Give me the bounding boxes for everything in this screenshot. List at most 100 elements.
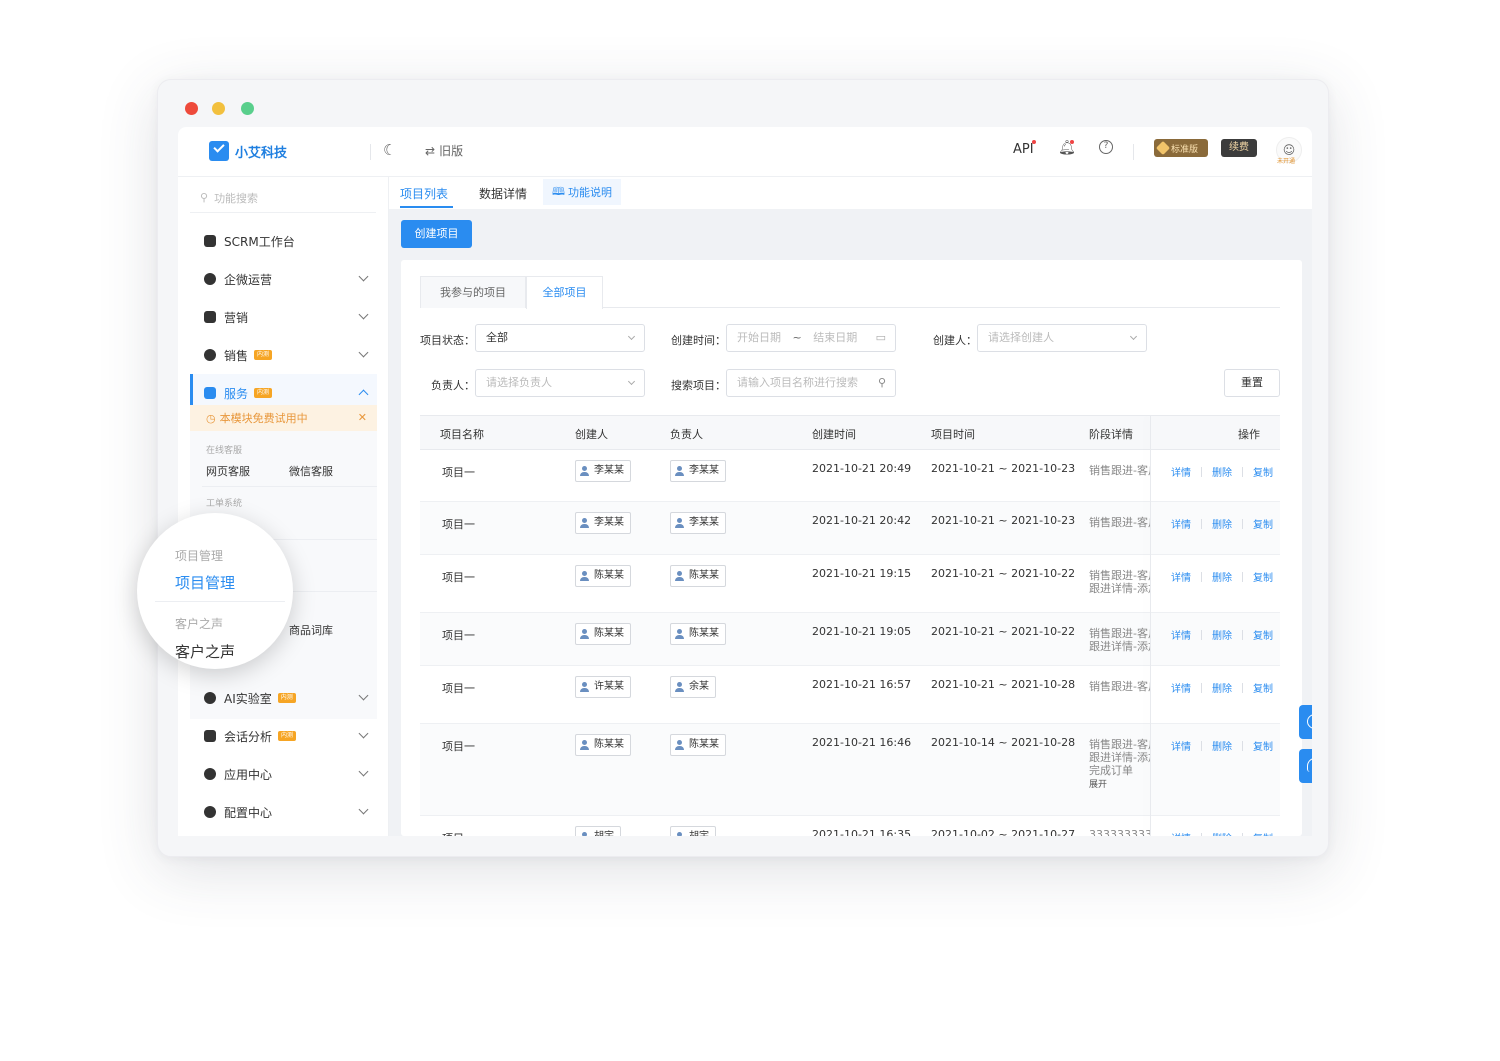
beta-badge: 内测 — [254, 350, 273, 360]
help-icon[interactable]: ? — [1099, 140, 1113, 154]
chevron-up-icon — [358, 389, 369, 400]
copy-button[interactable]: 复制 — [1253, 516, 1273, 531]
minimize-window-button[interactable] — [212, 102, 225, 115]
stage-detail-text: 销售跟进-客户 — [1089, 680, 1151, 693]
copy-button[interactable]: 复制 — [1253, 738, 1273, 753]
sidebar-item-config-center[interactable]: 配置中心 — [190, 793, 377, 831]
support-float-button[interactable] — [1299, 749, 1312, 783]
view-details-button[interactable]: 详情 — [1171, 627, 1191, 642]
magnified-link-customer-voice[interactable]: 客户之声 — [175, 641, 235, 662]
app-window: 小艾科技 ☾ ⇄旧版 API 🔔︎ ? 标准版 续费 ☺ 未开通 ⚲ 功能搜索 — [157, 79, 1329, 857]
creator-tag: 李某某 — [575, 512, 631, 534]
action-separator — [1201, 466, 1202, 477]
created-time-cell: 2021-10-21 16:57 — [812, 678, 912, 691]
view-details-button[interactable]: 详情 — [1171, 569, 1191, 584]
created-time-label: 创建时间： — [671, 334, 726, 347]
project-table: 项目名称 创建人 负责人 创建时间 项目时间 阶段详情 操作 项目一 李某某 李某某… — [420, 415, 1280, 836]
tab-all-projects[interactable]: 全部项目 — [526, 276, 603, 309]
delete-button[interactable]: 删除 — [1212, 738, 1232, 753]
view-details-button[interactable]: 详情 — [1171, 516, 1191, 531]
chat-search-icon — [204, 273, 216, 285]
sidebar-item-scrm-workbench[interactable]: SCRM工作台 — [190, 222, 377, 260]
column-header-created: 创建时间 — [812, 428, 856, 441]
date-range-picker[interactable]: 开始日期 ~ 结束日期 ▭ — [726, 324, 896, 352]
beta-badge: 内测 — [277, 693, 296, 703]
renew-button[interactable]: 续费 — [1221, 139, 1257, 157]
edition-badge[interactable]: 标准版 — [1154, 139, 1208, 157]
delete-button[interactable]: 删除 — [1212, 464, 1232, 479]
copy-button[interactable]: 复制 — [1253, 464, 1273, 479]
creator-select[interactable]: 请选择创建人 — [977, 324, 1147, 352]
delete-button[interactable]: 删除 — [1212, 569, 1232, 584]
chat-float-button[interactable] — [1299, 705, 1312, 739]
sidebar-item-label: 服务 — [224, 386, 249, 401]
owner-select[interactable]: 请选择负责人 — [475, 369, 645, 397]
api-link[interactable]: API — [1013, 142, 1034, 157]
project-search-input[interactable]: 请输入项目名称进行搜索 ⚲ — [726, 369, 896, 397]
action-separator — [1242, 571, 1243, 582]
sidebar-item-session-analysis[interactable]: 会话分析 内测 — [190, 717, 377, 755]
delete-button[interactable]: 删除 — [1212, 680, 1232, 695]
sub-link-wechat-service[interactable]: 微信客服 — [289, 463, 333, 479]
column-header-owner: 负责人 — [670, 428, 703, 441]
sidebar-item-ai-lab[interactable]: AI实验室 内测 — [190, 679, 377, 717]
expand-link[interactable]: 展开 — [1089, 777, 1107, 790]
sidebar-item-sales[interactable]: 销售 内测 — [190, 336, 377, 374]
copy-button[interactable]: 复制 — [1253, 830, 1273, 836]
dark-mode-icon[interactable]: ☾ — [383, 141, 396, 159]
end-date-placeholder: 结束日期 — [813, 331, 858, 344]
create-project-button[interactable]: 创建项目 — [401, 220, 472, 248]
creator-tag: 陈某某 — [575, 734, 631, 756]
headset-icon — [1307, 758, 1312, 772]
sidebar-item-app-center[interactable]: 应用中心 — [190, 755, 377, 793]
project-period-cell: 2021-10-02 ~ 2021-10-27 — [931, 828, 1076, 836]
close-window-button[interactable] — [185, 102, 198, 115]
close-icon[interactable]: ✕ — [358, 411, 367, 424]
view-details-button[interactable]: 详情 — [1171, 680, 1191, 695]
status-select[interactable]: 全部 — [475, 324, 645, 352]
row-actions: 详情 删除 复制 — [1171, 738, 1273, 753]
beta-badge: 内测 — [278, 731, 297, 741]
delete-button[interactable]: 删除 — [1212, 516, 1232, 531]
action-separator — [1201, 571, 1202, 582]
action-separator — [1242, 629, 1243, 640]
chevron-down-icon — [358, 347, 369, 358]
owner-tag: 陈某某 — [670, 734, 726, 756]
delete-button[interactable]: 删除 — [1212, 830, 1232, 836]
sidebar-item-marketing[interactable]: 营销 — [190, 298, 377, 336]
creator-placeholder: 请选择创建人 — [988, 331, 1054, 344]
function-search-input[interactable]: ⚲ 功能搜索 — [190, 183, 376, 213]
column-header-creator: 创建人 — [575, 428, 608, 441]
tab-project-list[interactable]: 项目列表 — [400, 185, 448, 202]
brand-logo[interactable]: 小艾科技 — [209, 141, 287, 161]
view-details-button[interactable]: 详情 — [1171, 738, 1191, 753]
view-details-button[interactable]: 详情 — [1171, 464, 1191, 479]
tab-data-details[interactable]: 数据详情 — [479, 185, 527, 202]
copy-button[interactable]: 复制 — [1253, 627, 1273, 642]
maximize-window-button[interactable] — [241, 102, 254, 115]
delete-button[interactable]: 删除 — [1212, 627, 1232, 642]
tab-feature-help[interactable]: 🕮 功能说明 — [543, 179, 621, 205]
action-separator — [1242, 740, 1243, 751]
table-row: 项目一 陈某某 陈某某 2021-10-21 16:46 2021-10-14 ~ 20… — [420, 724, 1280, 816]
created-time-cell: 2021-10-21 20:49 — [812, 462, 912, 475]
action-separator — [1201, 518, 1202, 529]
magnified-link-project-management[interactable]: 项目管理 — [175, 572, 235, 593]
megaphone-icon — [204, 311, 216, 323]
stage-detail-text: 销售跟进-客户 — [1089, 464, 1151, 477]
action-separator — [1242, 518, 1243, 529]
old-version-link[interactable]: ⇄ 旧版 — [425, 142, 463, 159]
tab-my-projects[interactable]: 我参与的项目 — [420, 276, 526, 308]
view-details-button[interactable]: 详情 — [1171, 830, 1191, 836]
owner-tag: 李某某 — [670, 512, 726, 534]
copy-button[interactable]: 复制 — [1253, 680, 1273, 695]
sidebar-item-wecom-ops[interactable]: 企微运营 — [190, 260, 377, 298]
edition-label: 标准版 — [1171, 144, 1199, 155]
copy-button[interactable]: 复制 — [1253, 569, 1273, 584]
divider — [370, 144, 371, 160]
stage-detail-text: 销售跟进-客户 — [1089, 516, 1151, 529]
project-name-cell: 项目一 — [442, 571, 475, 584]
reset-button[interactable]: 重置 — [1224, 369, 1280, 397]
sub-link-product-lexicon[interactable]: 商品词库 — [289, 622, 333, 638]
sub-link-web-service[interactable]: 网页客服 — [206, 463, 250, 479]
